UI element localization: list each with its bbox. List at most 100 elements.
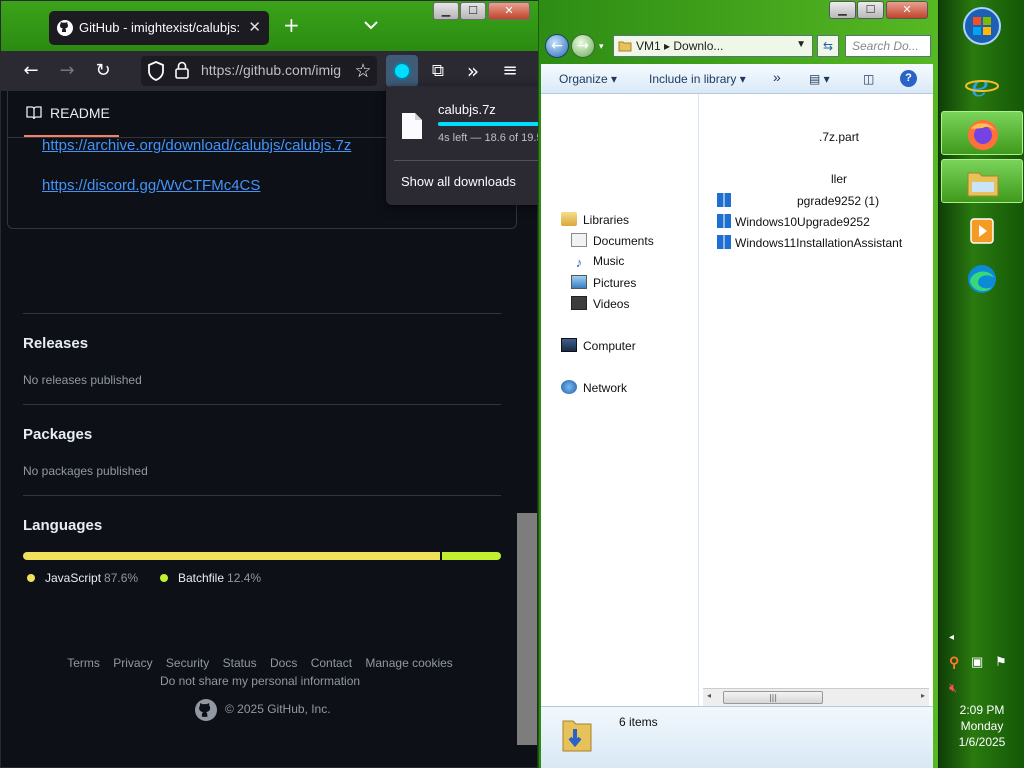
- footer-privacy-link[interactable]: Privacy: [113, 656, 152, 670]
- folder-icon: [618, 41, 632, 52]
- footer-terms-link[interactable]: Terms: [67, 656, 100, 670]
- language-dot: [27, 574, 35, 582]
- volume-muted-icon[interactable]: 🔇︎: [949, 680, 965, 696]
- taskbar-firefox[interactable]: [941, 111, 1023, 155]
- explorer-close-button[interactable]: ✕: [886, 1, 928, 19]
- github-icon: [57, 20, 73, 36]
- nav-documents[interactable]: Documents: [571, 233, 654, 248]
- language-bar-javascript: [23, 552, 440, 560]
- horizontal-scrollbar[interactable]: ◂ ||| ▸: [703, 688, 929, 706]
- show-hidden-icons-icon[interactable]: ◂: [949, 632, 954, 643]
- taskbar-clock[interactable]: 2:09 PM Monday 1/6/2025: [939, 702, 1024, 750]
- github-logo-icon[interactable]: [195, 699, 217, 721]
- address-dropdown-icon[interactable]: ▼: [796, 39, 806, 50]
- scroll-left-icon[interactable]: ◂: [707, 691, 711, 700]
- footer-security-link[interactable]: Security: [166, 656, 209, 670]
- start-button[interactable]: [941, 4, 1023, 48]
- explorer-search-input[interactable]: Search Do...: [845, 35, 931, 57]
- more-commands-button[interactable]: »: [773, 69, 781, 85]
- extensions-icon[interactable]: ⧉: [426, 59, 450, 83]
- recent-pages-dropdown-icon[interactable]: ▾: [599, 42, 604, 52]
- app-menu-icon[interactable]: ≡: [498, 59, 522, 83]
- network-status-icon[interactable]: ▣: [971, 654, 987, 670]
- close-button[interactable]: ✕: [488, 2, 530, 20]
- include-in-library-button[interactable]: Include in library ▾: [649, 72, 746, 86]
- new-tab-button[interactable]: +: [283, 13, 300, 37]
- file-item-win11-assistant[interactable]: Windows11InstallationAssistant: [717, 235, 902, 250]
- language-dot: [160, 574, 168, 582]
- nav-music[interactable]: ♪ Music: [571, 254, 625, 270]
- reload-icon[interactable]: ↻: [91, 59, 115, 83]
- footer-privacy-choice-link[interactable]: Do not share my personal information: [1, 674, 519, 688]
- tab-close-icon[interactable]: ✕: [248, 18, 261, 36]
- explorer-maximize-button[interactable]: ☐: [857, 1, 884, 19]
- taskbar-edge[interactable]: [941, 256, 1023, 300]
- file-item-installer[interactable]: ller: [831, 172, 847, 186]
- minimize-button[interactable]: ▁: [433, 2, 459, 20]
- packages-heading[interactable]: Packages: [23, 426, 92, 443]
- scrollbar-thumb[interactable]: |||: [723, 691, 823, 704]
- windows-logo-icon: [717, 214, 731, 228]
- overflow-menu-icon[interactable]: »: [461, 59, 485, 83]
- maximize-button[interactable]: ☐: [460, 2, 486, 20]
- nav-network[interactable]: Network: [561, 380, 627, 395]
- file-item-win10-upgrade[interactable]: Windows10Upgrade9252: [717, 214, 870, 229]
- explorer-body: Organize ▾ Include in library ▾ » ▤ ▾ ◫ …: [541, 64, 933, 768]
- nav-libraries[interactable]: Libraries: [561, 212, 629, 227]
- language-javascript[interactable]: JavaScript 87.6%: [27, 571, 138, 585]
- nav-videos[interactable]: Videos: [571, 296, 629, 311]
- show-all-downloads-button[interactable]: Show all downloads: [401, 174, 516, 189]
- explorer-forward-button[interactable]: →: [571, 34, 595, 58]
- explorer-minimize-button[interactable]: ▁: [829, 1, 856, 19]
- computer-icon: [561, 338, 577, 352]
- nav-label: Documents: [593, 234, 654, 248]
- readme-tab[interactable]: README: [26, 105, 110, 121]
- list-all-tabs-icon[interactable]: [363, 17, 379, 33]
- refresh-icon[interactable]: ⇆: [817, 35, 839, 57]
- firefox-nav-bar: ← → ↻ https://github.com/imig ☆ ⧉ » ≡: [1, 51, 539, 91]
- releases-heading[interactable]: Releases: [23, 335, 88, 352]
- explorer-back-button[interactable]: ←: [545, 34, 569, 58]
- nav-pictures[interactable]: Pictures: [571, 275, 636, 290]
- tracking-shield-icon[interactable]: [147, 61, 165, 81]
- search-icon[interactable]: ⚲: [949, 654, 965, 670]
- preview-pane-icon[interactable]: ◫: [863, 72, 874, 86]
- copyright-text: © 2025 GitHub, Inc.: [225, 702, 331, 717]
- language-batchfile[interactable]: Batchfile 12.4%: [160, 571, 261, 585]
- help-icon[interactable]: ?: [900, 70, 917, 87]
- footer-status-link[interactable]: Status: [223, 656, 257, 670]
- scrollbar-thumb[interactable]: [517, 513, 537, 745]
- file-item-upgrade-copy[interactable]: pgrade9252 (1): [717, 193, 879, 208]
- taskbar-internet-explorer[interactable]: e: [941, 62, 1023, 106]
- url-bar[interactable]: https://github.com/imig: [141, 56, 377, 86]
- change-view-icon[interactable]: ▤ ▾: [809, 72, 830, 86]
- downloads-button[interactable]: [386, 55, 418, 87]
- browser-tab[interactable]: GitHub - imightexist/calubjs: th ✕: [49, 11, 269, 45]
- footer-manage-cookies-link[interactable]: Manage cookies: [365, 656, 452, 670]
- documents-icon: [571, 233, 587, 247]
- divider: [23, 404, 501, 405]
- action-center-flag-icon[interactable]: ⚑: [995, 654, 1011, 670]
- nav-computer[interactable]: Computer: [561, 338, 636, 353]
- clock-day: Monday: [960, 719, 1004, 733]
- language-name: JavaScript: [45, 571, 102, 585]
- taskbar-file-explorer[interactable]: [941, 159, 1023, 203]
- forward-icon[interactable]: →: [55, 59, 79, 83]
- footer-contact-link[interactable]: Contact: [311, 656, 352, 670]
- explorer-address-bar[interactable]: VM1 ▸ Downlo... ▼: [613, 35, 813, 57]
- file-item-part[interactable]: .7z.part: [819, 130, 859, 144]
- download-filename[interactable]: calubjs.7z: [438, 102, 496, 117]
- back-icon[interactable]: ←: [19, 59, 43, 83]
- releases-text: No releases published: [23, 373, 142, 387]
- scroll-right-icon[interactable]: ▸: [921, 691, 925, 700]
- organize-button[interactable]: Organize ▾: [559, 72, 617, 86]
- archive-link[interactable]: https://archive.org/download/calubjs/cal…: [42, 137, 351, 154]
- taskbar-media-player[interactable]: [941, 208, 1023, 252]
- lock-icon[interactable]: [175, 61, 189, 79]
- file-explorer-icon: [967, 172, 999, 197]
- bookmark-star-icon[interactable]: ☆: [351, 59, 375, 83]
- discord-link[interactable]: https://discord.gg/WvCTFMc4CS: [42, 177, 260, 194]
- footer-docs-link[interactable]: Docs: [270, 656, 297, 670]
- edge-icon: [968, 265, 996, 293]
- firefox-tab-bar: ▁ ☐ ✕ GitHub - imightexist/calubjs: th ✕…: [1, 1, 539, 51]
